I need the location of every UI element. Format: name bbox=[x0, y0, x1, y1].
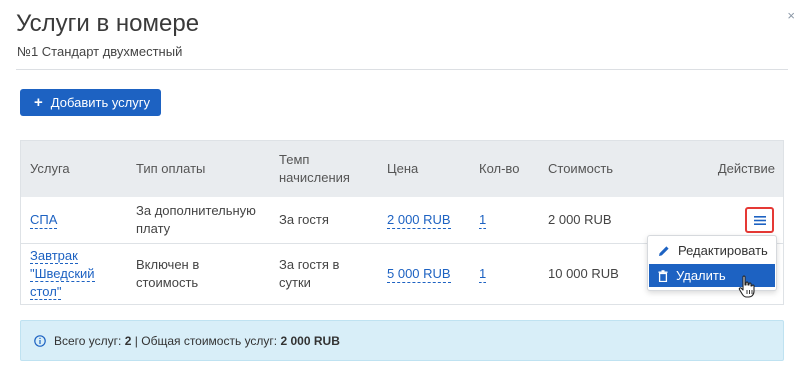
accrual-cell: За гостя bbox=[279, 212, 329, 227]
summary-total-value: 2 bbox=[124, 333, 132, 348]
payment-type-line: Включен в bbox=[136, 257, 200, 272]
header-accrual-line2: начисления bbox=[279, 170, 350, 185]
price-link[interactable]: 2 000 RUB bbox=[387, 211, 451, 229]
payment-type-cell: Включен в стоимость bbox=[127, 244, 270, 304]
service-link[interactable]: СПА bbox=[30, 211, 58, 229]
service-link-line: "Шведский bbox=[30, 266, 95, 282]
menu-item-label: Удалить bbox=[676, 268, 726, 283]
qty-link[interactable]: 1 bbox=[479, 211, 487, 229]
hand-cursor-icon bbox=[738, 275, 755, 298]
header-qty: Кол-во bbox=[479, 161, 520, 176]
service-cell: Завтрак "Шведский стол" bbox=[21, 244, 127, 304]
divider bbox=[16, 69, 788, 70]
service-link[interactable]: Завтрак "Шведский стол" bbox=[30, 247, 95, 301]
info-icon bbox=[34, 334, 46, 347]
header-action: Действие bbox=[717, 161, 775, 176]
accrual-line: сутки bbox=[279, 275, 311, 290]
price-link[interactable]: 5 000 RUB bbox=[387, 265, 451, 283]
accrual-line: За гостя в bbox=[279, 257, 340, 272]
menu-item-edit[interactable]: Редактировать bbox=[648, 239, 776, 262]
plus-icon: + bbox=[34, 94, 43, 111]
header-price: Цена bbox=[387, 161, 419, 176]
price-cell: 2 000 RUB bbox=[378, 197, 470, 243]
summary-cost-label: Общая стоимость услуг: bbox=[141, 333, 278, 348]
summary-separator: | bbox=[134, 333, 138, 348]
accrual-cell: За гостя в сутки bbox=[270, 244, 378, 304]
services-modal: Услуги в номере №1 Стандарт двухместный … bbox=[0, 0, 805, 382]
close-icon[interactable]: × bbox=[787, 8, 795, 23]
price-cell: 5 000 RUB bbox=[378, 244, 470, 304]
header-service: Услуга bbox=[30, 161, 70, 176]
services-summary: Всего услуг: 2 | Общая стоимость услуг: … bbox=[20, 320, 784, 361]
menu-icon bbox=[753, 215, 766, 225]
cost-cell: 2 000 RUB bbox=[548, 212, 612, 227]
qty-cell: 1 bbox=[470, 197, 539, 243]
qty-link[interactable]: 1 bbox=[479, 265, 487, 283]
qty-cell: 1 bbox=[470, 244, 539, 304]
row-actions-button[interactable] bbox=[745, 207, 774, 233]
header-accrual-line1: Темп bbox=[279, 152, 310, 167]
header-payment-type: Тип оплаты bbox=[136, 161, 206, 176]
menu-item-label: Редактировать bbox=[678, 243, 768, 258]
room-subtitle: №1 Стандарт двухместный bbox=[17, 44, 183, 59]
modal-title: Услуги в номере bbox=[16, 10, 200, 37]
service-link-line: стол" bbox=[30, 284, 62, 300]
header-accrual: Темп начисления bbox=[270, 141, 378, 197]
payment-type-cell: За дополнительную плату bbox=[127, 197, 270, 243]
pencil-icon bbox=[659, 245, 669, 256]
service-cell: СПА bbox=[21, 197, 127, 243]
payment-type-line: стоимость bbox=[136, 275, 199, 290]
payment-type-line: За дополнительную bbox=[136, 203, 256, 218]
add-service-label: Добавить услугу bbox=[50, 95, 151, 110]
trash-icon bbox=[658, 269, 668, 282]
add-service-button[interactable]: + Добавить услугу bbox=[20, 89, 162, 116]
summary-total-label: Всего услуг: bbox=[54, 333, 122, 348]
cost-cell: 10 000 RUB bbox=[548, 266, 619, 281]
service-link-line: Завтрак bbox=[30, 248, 78, 264]
row-actions-menu: Редактировать Удалить bbox=[647, 235, 777, 291]
payment-type-line: плату bbox=[136, 221, 171, 236]
table-header: Услуга Тип оплаты Темп начисления Цена К… bbox=[21, 141, 783, 197]
header-cost: Стоимость bbox=[548, 161, 614, 176]
summary-cost-value: 2 000 RUB bbox=[280, 333, 340, 348]
